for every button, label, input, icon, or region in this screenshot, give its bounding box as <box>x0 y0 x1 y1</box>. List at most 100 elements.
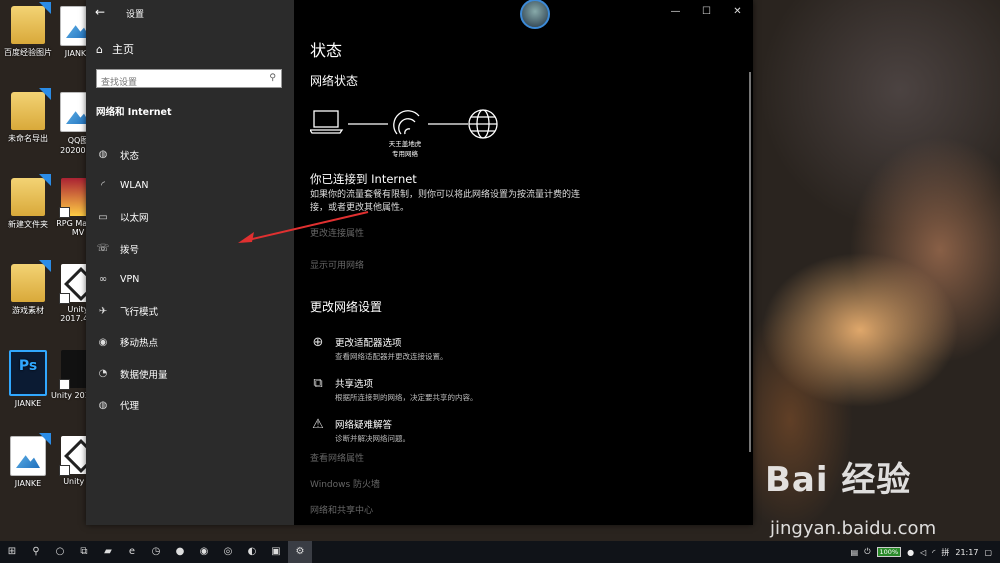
watermark-url: jingyan.baidu.com <box>770 518 937 539</box>
sidebar-item-label: 状态 <box>120 150 140 162</box>
annotation-arrow <box>238 211 369 243</box>
edge-icon[interactable]: e <box>120 541 144 563</box>
dialup-icon: ☏ <box>96 243 110 255</box>
sidebar-item-mobile-hotspot[interactable]: ◉ 移动热点 <box>94 327 294 358</box>
tray-icon[interactable]: ● <box>907 548 914 557</box>
settings-content: — ☐ ✕ 状态 网络状态 天王盖地虎 专用网络 你已连接到 Internet … <box>294 0 753 525</box>
file-explorer-icon[interactable]: ▰ <box>96 541 120 563</box>
wechat-icon[interactable]: ◉ <box>192 541 216 563</box>
taskbar: ⊞ ⚲ ○ ⧉ ▰ e ◷ ● ◉ ◎ ◐ ▣ ⚙ ▤ ⏻ 100% ● ◁ ◜… <box>0 541 1000 563</box>
settings-window: ← 设置 ⌂ 主页 ⚲ 网络和 Internet ◍ 状态 ◜ WLAN ▭ 以太网 … <box>86 0 753 525</box>
wifi-icon[interactable]: ◜ <box>932 548 935 557</box>
system-tray: ▤ ⏻ 100% ● ◁ ◜ 拼 21:17 ▢ <box>851 541 1000 563</box>
settings-taskbar-icon[interactable]: ⚙ <box>288 541 312 563</box>
home-icon: ⌂ <box>96 42 103 56</box>
desktop-icon-label: 游戏素材 <box>12 306 44 315</box>
qq-browser-icon[interactable]: ◎ <box>216 541 240 563</box>
connection-status-title: 你已连接到 Internet <box>310 172 417 186</box>
option-description: 根据所连接到的网络，决定要共享的内容。 <box>335 393 478 402</box>
sidebar-item-proxy[interactable]: ◍ 代理 <box>94 389 294 420</box>
sidebar-item-wlan[interactable]: ◜ WLAN <box>94 170 294 201</box>
ime-icon[interactable]: 拼 <box>941 547 949 558</box>
adapter-options-item[interactable]: ⊕ 更改适配器选项查看网络适配器并更改连接设置。 <box>310 335 448 362</box>
sidebar-item-vpn[interactable]: ∞ VPN <box>94 264 294 295</box>
windows-firewall-link[interactable]: Windows 防火墙 <box>310 477 380 490</box>
page-title: 状态 <box>310 41 343 60</box>
airplane-icon: ✈ <box>98 305 108 317</box>
title-bar: ← 设置 <box>86 0 294 24</box>
start-button[interactable]: ⊞ <box>0 541 24 563</box>
adapter-icon: ⊕ <box>312 335 324 350</box>
cortana-icon[interactable]: ○ <box>48 541 72 563</box>
category-heading: 网络和 Internet <box>96 107 172 118</box>
search-box[interactable]: ⚲ <box>96 69 282 92</box>
laptop-icon <box>310 110 344 134</box>
sidebar-item-label: 数据使用量 <box>120 369 168 381</box>
sidebar-item-airplane-mode[interactable]: ✈ 飞行模式 <box>94 295 294 326</box>
sidebar-nav: ◍ 状态 ◜ WLAN ▭ 以太网 ☏ 拨号 ∞ VPN ✈ 飞行模式 ◉ 移动热点 ◔ 数据使… <box>94 139 294 421</box>
power-icon[interactable]: ⏻ <box>864 547 870 557</box>
clock[interactable]: 21:17 <box>955 548 978 557</box>
window-controls: — ☐ ✕ <box>660 0 753 24</box>
globe-icon: ◍ <box>98 399 108 411</box>
network-ssid: 天王盖地虎 <box>388 140 422 148</box>
network-troubleshooter-item[interactable]: ⚠ 网络疑难解答 诊断并解决网络问题。 <box>310 417 410 444</box>
sidebar-item-label: 飞行模式 <box>120 307 159 319</box>
sidebar-item-label: WLAN <box>120 180 149 192</box>
network-name: 天王盖地虎 专用网络 <box>386 139 424 159</box>
close-button[interactable]: ✕ <box>722 0 753 24</box>
avatar <box>520 0 550 29</box>
clock-app-icon[interactable]: ◷ <box>144 541 168 563</box>
desktop-icon-folder[interactable]: 未命名导出 <box>0 88 56 144</box>
sidebar-item-label: 拨号 <box>120 244 140 256</box>
view-network-properties-link[interactable]: 查看网络属性 <box>310 451 364 464</box>
desktop-icon-label: 百度经验图片 <box>4 48 52 57</box>
desktop-icon-folder[interactable]: 游戏素材 <box>0 260 56 316</box>
search-icon[interactable]: ⚲ <box>24 541 48 563</box>
sharing-icon: ⧉ <box>313 376 323 391</box>
image-file-icon <box>10 433 51 476</box>
show-available-networks-link[interactable]: 显示可用网络 <box>310 258 364 271</box>
minimize-button[interactable]: — <box>660 0 691 24</box>
desktop-icon-folder[interactable]: 百度经验图片 <box>0 2 56 58</box>
sidebar-item-status[interactable]: ◍ 状态 <box>94 139 294 170</box>
sidebar-item-data-usage[interactable]: ◔ 数据使用量 <box>94 358 294 389</box>
option-description: 查看网络适配器并更改连接设置。 <box>335 352 448 361</box>
netease-music-icon[interactable]: ◐ <box>240 541 264 563</box>
volume-icon[interactable]: ◁ <box>920 548 926 557</box>
back-arrow-icon[interactable]: ← <box>95 5 105 19</box>
globe-icon: ◍ <box>98 149 108 161</box>
folder-icon <box>11 260 51 302</box>
home-nav-item[interactable]: ⌂ 主页 <box>96 41 134 57</box>
tray-icon[interactable]: ▤ <box>851 548 859 557</box>
change-network-settings-heading: 更改网络设置 <box>310 300 383 314</box>
network-sharing-center-link[interactable]: 网络和共享中心 <box>310 503 373 516</box>
option-title: 共享选项 <box>335 379 374 390</box>
desktop-icon-folder[interactable]: 新建文件夹 <box>0 174 56 230</box>
maximize-button[interactable]: ☐ <box>691 0 722 24</box>
data-usage-icon: ◔ <box>98 368 108 380</box>
battery-indicator[interactable]: 100% <box>876 547 902 557</box>
sharing-options-item[interactable]: ⧉ 共享选项根据所连接到的网络，决定要共享的内容。 <box>310 376 478 403</box>
scrollbar[interactable] <box>749 72 751 452</box>
ethernet-icon: ▭ <box>98 211 108 223</box>
app-icon[interactable]: ● <box>168 541 192 563</box>
search-icon[interactable]: ⚲ <box>269 73 276 83</box>
desktop-icon-image[interactable]: JIANKE <box>0 433 56 488</box>
wifi-icon <box>393 110 420 135</box>
baidu-jingyan-watermark: Bai 经验 jingyan.baidu.com <box>765 452 995 542</box>
folder-icon <box>11 2 51 44</box>
notification-icon[interactable]: ▢ <box>984 548 992 557</box>
vpn-icon: ∞ <box>98 274 108 286</box>
home-label: 主页 <box>111 43 134 56</box>
desktop-icon-label: 新建文件夹 <box>8 220 48 229</box>
desktop-icon-psd[interactable]: Ps JIANKE <box>0 350 56 408</box>
desktop-icon-label: 未命名导出 <box>8 134 48 143</box>
search-input[interactable] <box>97 74 265 92</box>
network-status-heading: 网络状态 <box>310 74 359 88</box>
option-title: 更改适配器选项 <box>335 338 402 349</box>
app-icon[interactable]: ▣ <box>264 541 288 563</box>
photoshop-icon: Ps <box>9 350 47 396</box>
task-view-icon[interactable]: ⧉ <box>72 541 96 563</box>
sidebar-item-label: 移动热点 <box>120 338 159 350</box>
